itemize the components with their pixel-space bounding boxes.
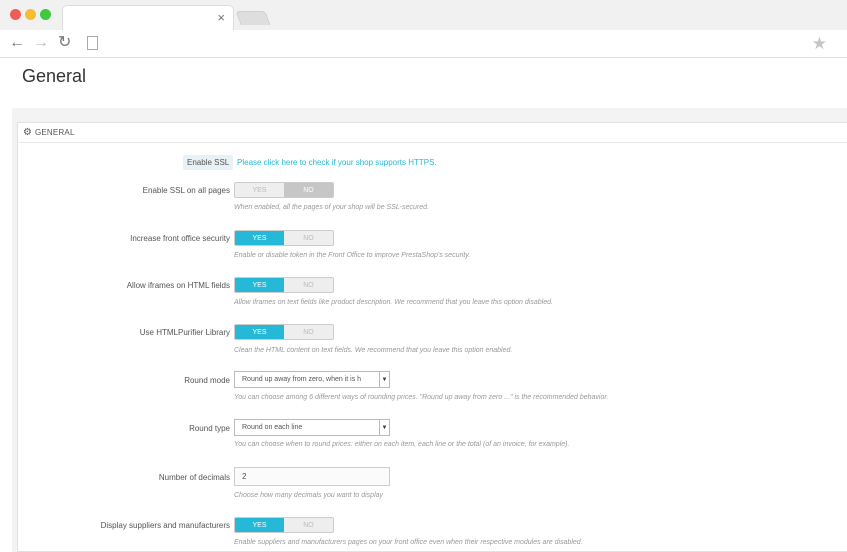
htmlpurifier-switch[interactable]: YES NO xyxy=(234,324,334,340)
iframes-yes[interactable]: YES xyxy=(235,278,284,292)
chevron-down-icon[interactable]: ▼ xyxy=(379,420,389,435)
front-security-yes[interactable]: YES xyxy=(235,231,284,245)
browser-titlebar: × xyxy=(0,0,847,31)
cogs-icon: ⚙ xyxy=(23,126,32,138)
round-mode-row: Round mode Round up away from zero, when… xyxy=(18,371,847,401)
ssl-all-pages-yes[interactable]: YES xyxy=(235,183,284,197)
maximize-window-button[interactable] xyxy=(40,9,51,20)
ssl-all-pages-label: Enable SSL on all pages xyxy=(142,186,230,195)
front-security-switch[interactable]: YES NO xyxy=(234,230,334,246)
decimals-label: Number of decimals xyxy=(158,473,230,482)
enable-ssl-label: Enable SSL xyxy=(183,155,234,170)
browser-tab[interactable]: × xyxy=(62,5,234,31)
reload-icon[interactable]: ↻ xyxy=(58,35,71,51)
page-title: General xyxy=(22,66,87,86)
chevron-down-icon[interactable]: ▼ xyxy=(379,372,389,387)
arrow-left-icon[interactable]: ← xyxy=(9,35,25,51)
suppliers-no[interactable]: NO xyxy=(284,518,333,532)
panel-heading: GENERAL xyxy=(34,128,75,137)
round-type-help: You can choose when to round prices: eit… xyxy=(234,441,570,448)
round-mode-help: You can choose among 6 different ways of… xyxy=(234,394,609,401)
new-tab-button[interactable] xyxy=(235,11,271,25)
round-type-select[interactable]: Round on each line ▼ xyxy=(234,419,390,436)
front-security-no[interactable]: NO xyxy=(284,231,333,245)
iframes-label: Allow iframes on HTML fields xyxy=(126,281,230,290)
round-mode-label: Round mode xyxy=(184,376,230,385)
browser-toolbar: ← → ↻ ★ xyxy=(0,30,847,58)
front-security-label: Increase front office security xyxy=(130,234,230,243)
iframes-switch[interactable]: YES NO xyxy=(234,277,334,293)
round-type-value: Round on each line xyxy=(242,424,303,431)
round-type-row: Round type Round on each line ▼ You can … xyxy=(18,419,847,448)
ssl-all-pages-switch[interactable]: YES NO xyxy=(234,182,334,198)
ssl-check-link[interactable]: Please click here to check if your shop … xyxy=(237,158,437,167)
arrow-right-icon[interactable]: → xyxy=(33,35,49,51)
minimize-window-button[interactable] xyxy=(25,9,36,20)
suppliers-label: Display suppliers and manufacturers xyxy=(100,521,230,530)
close-tab-icon[interactable]: × xyxy=(217,11,225,24)
general-panel: ⚙ GENERAL Enable SSL Please click here t… xyxy=(17,122,847,552)
ssl-all-pages-no[interactable]: NO xyxy=(284,183,333,197)
ssl-all-pages-help: When enabled, all the pages of your shop… xyxy=(234,204,429,211)
htmlpurifier-yes[interactable]: YES xyxy=(235,325,284,339)
page-icon xyxy=(87,36,98,50)
htmlpurifier-help: Clean the HTML content on text fields. W… xyxy=(234,347,513,354)
round-type-label: Round type xyxy=(189,424,230,433)
iframes-help: Allow iframes on text fields like produc… xyxy=(234,299,553,306)
star-icon[interactable]: ★ xyxy=(812,34,827,54)
decimals-help: Choose how many decimals you want to dis… xyxy=(234,492,384,499)
iframes-no[interactable]: NO xyxy=(284,278,333,292)
round-mode-select[interactable]: Round up away from zero, when it is h ▼ xyxy=(234,371,390,388)
decimals-input[interactable]: 2 xyxy=(234,467,390,486)
suppliers-switch[interactable]: YES NO xyxy=(234,517,334,533)
htmlpurifier-label: Use HTMLPurifier Library xyxy=(139,328,230,337)
close-window-button[interactable] xyxy=(10,9,21,20)
suppliers-yes[interactable]: YES xyxy=(235,518,284,532)
htmlpurifier-no[interactable]: NO xyxy=(284,325,333,339)
front-security-help: Enable or disable token in the Front Off… xyxy=(234,252,471,259)
panel-header: ⚙ GENERAL xyxy=(18,123,847,143)
round-mode-value: Round up away from zero, when it is h xyxy=(242,376,362,383)
suppliers-help: Enable suppliers and manufacturers pages… xyxy=(234,539,583,546)
